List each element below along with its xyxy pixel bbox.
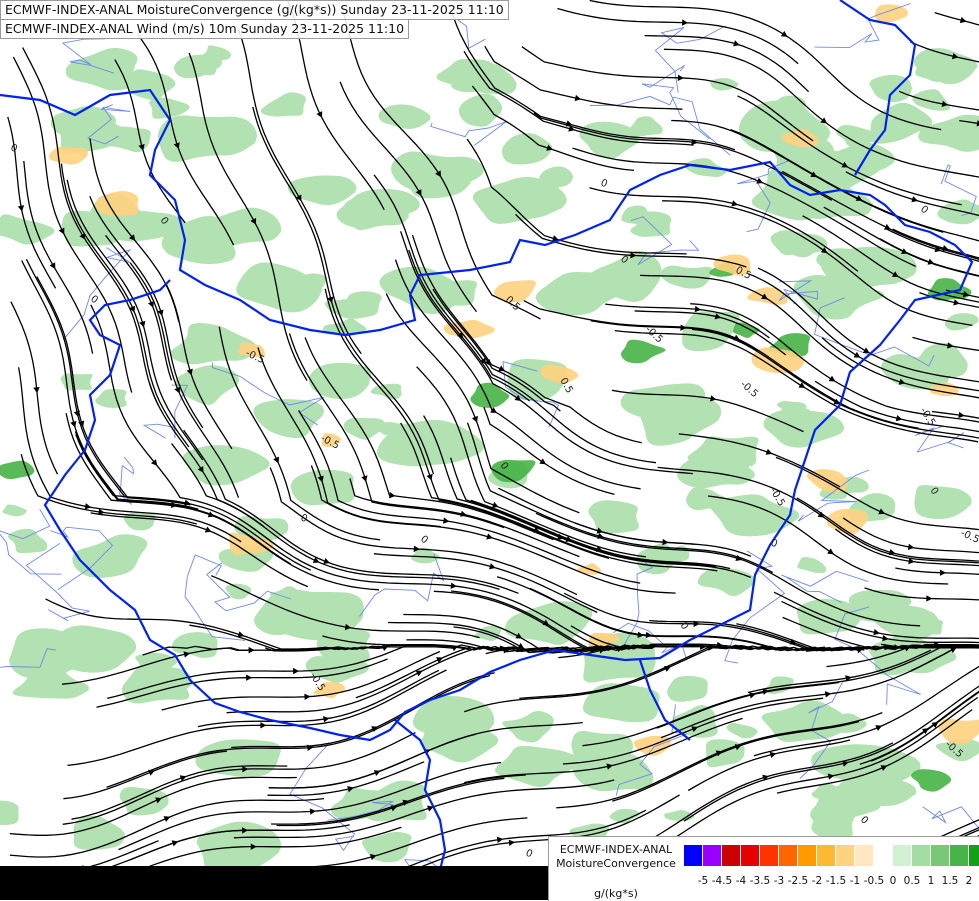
legend-color-bar: [684, 845, 979, 866]
legend-swatch: [817, 845, 836, 866]
map-title-moisture: ECMWF-INDEX-ANAL MoistureConvergence (g/…: [0, 0, 509, 20]
legend-swatch: [722, 845, 741, 866]
map-title-wind: ECMWF-INDEX-ANAL Wind (m/s) 10m Sunday 2…: [0, 19, 409, 39]
legend-swatch: [950, 845, 969, 866]
legend-tick-label: 0.5: [904, 875, 921, 887]
legend-swatch: [893, 845, 912, 866]
legend-tick-label: -1.5: [826, 875, 847, 887]
legend-title-variable: MoistureConvergence: [551, 857, 681, 871]
legend-swatch: [969, 845, 979, 866]
legend-tick-label: 0: [890, 875, 897, 887]
legend-tick-label: -1: [850, 875, 860, 887]
legend-tick-label: 2: [966, 875, 973, 887]
legend-tick-label: 1: [928, 875, 935, 887]
legend-tick-label: -0.5: [864, 875, 885, 887]
legend-swatch: [741, 845, 760, 866]
legend-swatch: [703, 845, 722, 866]
legend-swatch: [874, 845, 893, 866]
legend-title-model: ECMWF-INDEX-ANAL: [551, 843, 681, 857]
legend-tick-label: -5: [698, 875, 708, 887]
legend-tick-label: -3.5: [750, 875, 771, 887]
legend-tick-label: 1.5: [942, 875, 959, 887]
legend-tick-labels: -5 -4.5-4 -3.5-3 -2.5-2 -1.5-1 -0.5 0 0.5 1 1.5 2: [681, 875, 979, 889]
weather-map: 0000000000000-0.5-0.5-0.5-0.5-0.5-0.5-0.…: [0, 0, 979, 900]
legend-units: g/(kg*s): [551, 887, 681, 900]
legend-swatch: [931, 845, 950, 866]
legend-tick-label: -2.5: [788, 875, 809, 887]
legend-tick-label: -3: [774, 875, 784, 887]
legend-tick-label: -4: [736, 875, 746, 887]
color-legend: ECMWF-INDEX-ANAL MoistureConvergence g/(…: [548, 836, 979, 901]
legend-swatch: [912, 845, 931, 866]
legend-swatch: [684, 845, 703, 866]
legend-swatch: [779, 845, 798, 866]
green-area: [583, 683, 660, 722]
legend-swatch: [836, 845, 855, 866]
legend-swatch: [760, 845, 779, 866]
legend-title: ECMWF-INDEX-ANAL MoistureConvergence: [551, 843, 681, 871]
bottom-black-band: [0, 866, 548, 900]
legend-tick-label: -2: [812, 875, 822, 887]
legend-swatch: [798, 845, 817, 866]
legend-tick-label: -4.5: [712, 875, 733, 887]
legend-swatch: [855, 845, 874, 866]
